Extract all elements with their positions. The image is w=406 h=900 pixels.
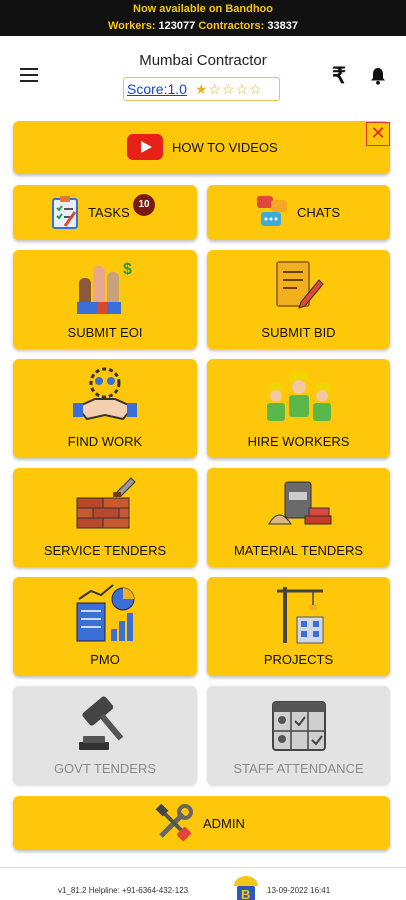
workers-label: Workers: xyxy=(108,20,156,32)
staff-attendance-button[interactable]: STAFF ATTENDANCE xyxy=(207,686,390,785)
find-work-button[interactable]: FIND WORK xyxy=(13,359,197,458)
hire-workers-button[interactable]: HIRE WORKERS xyxy=(207,359,390,458)
gavel-icon xyxy=(79,696,124,750)
score-panel: Score:1.0 ★☆☆☆☆ xyxy=(123,77,280,101)
govt-tenders-button[interactable]: GOVT TENDERS xyxy=(13,686,197,785)
svg-text:$: $ xyxy=(123,261,132,278)
banner-line: Now available on Bandhoo xyxy=(133,3,273,15)
service-tenders-label: SERVICE TENDERS xyxy=(43,543,167,558)
govt-tenders-label: GOVT TENDERS xyxy=(53,761,157,776)
chats-label: CHATS xyxy=(297,205,341,220)
brick-wall-icon xyxy=(76,477,136,529)
bell-icon[interactable] xyxy=(368,66,388,86)
cement-bricks-icon xyxy=(268,481,332,525)
footer-timestamp: 13-09-2022 16:41 xyxy=(267,886,331,895)
app-header: Mumbai Contractor Score:1.0 ★☆☆☆☆ ₹ xyxy=(0,36,406,114)
workers-icon xyxy=(267,371,331,421)
tasks-count-badge: 10 xyxy=(133,194,155,216)
pmo-button[interactable]: PMO xyxy=(13,577,197,676)
submit-eoi-label: SUBMIT EOI xyxy=(67,325,143,340)
version-helpline: v1_81.2 Helpline: +91-6364-432-123 xyxy=(58,886,189,895)
construction-crane-icon xyxy=(277,587,324,644)
contractors-count: 33837 xyxy=(267,20,298,32)
raised-hands-icon: $ xyxy=(77,261,132,314)
submit-eoi-button[interactable]: $ SUBMIT EOI xyxy=(13,250,197,349)
score-link[interactable]: Score:1.0 xyxy=(127,81,187,97)
pmo-label: PMO xyxy=(90,652,120,667)
find-work-label: FIND WORK xyxy=(67,434,143,449)
hire-workers-label: HIRE WORKERS xyxy=(247,434,350,449)
youtube-icon xyxy=(127,134,163,160)
submit-bid-button[interactable]: SUBMIT BID xyxy=(207,250,390,349)
workers-count: 123077 xyxy=(158,20,196,32)
staff-attendance-label: STAFF ATTENDANCE xyxy=(233,761,364,776)
how-to-videos-label: HOW TO VIDEOS xyxy=(172,140,278,155)
tools-icon xyxy=(155,804,193,841)
tasks-button[interactable]: TASKS 10 xyxy=(13,185,197,240)
hamburger-menu-icon[interactable] xyxy=(20,68,38,82)
chat-bubbles-icon xyxy=(257,196,287,226)
close-icon[interactable]: ✕ xyxy=(366,122,390,146)
service-tenders-button[interactable]: SERVICE TENDERS xyxy=(13,468,197,567)
material-tenders-button[interactable]: MATERIAL TENDERS xyxy=(207,468,390,567)
how-to-videos-button[interactable]: HOW TO VIDEOS xyxy=(13,121,390,174)
footer: v1_81.2 Helpline: +91-6364-432-123 B 13-… xyxy=(0,867,406,900)
tasks-label: TASKS xyxy=(88,205,130,220)
material-tenders-label: MATERIAL TENDERS xyxy=(233,543,364,558)
chats-button[interactable]: CHATS xyxy=(207,185,390,240)
bid-document-icon xyxy=(276,261,324,309)
bandhoo-logo-icon: B xyxy=(234,876,258,900)
clipboard-icon xyxy=(52,196,78,229)
analytics-chart-icon xyxy=(76,584,135,642)
projects-button[interactable]: PROJECTS xyxy=(207,577,390,676)
admin-button[interactable]: ADMIN xyxy=(13,796,390,850)
submit-bid-label: SUBMIT BID xyxy=(261,325,336,340)
contractors-label: Contractors: xyxy=(198,20,265,32)
projects-label: PROJECTS xyxy=(263,652,334,667)
rating-stars: ★☆☆☆☆ xyxy=(194,80,263,97)
svg-text:B: B xyxy=(241,887,250,900)
availability-banner: Now available on Bandhoo Workers: 123077… xyxy=(0,0,406,36)
handshake-icon xyxy=(73,367,137,421)
rupee-icon[interactable]: ₹ xyxy=(332,63,346,89)
banner-stats: Workers: 123077 Contractors: 33837 xyxy=(108,20,298,32)
attendance-calendar-icon xyxy=(272,701,326,751)
admin-label: ADMIN xyxy=(203,816,245,831)
